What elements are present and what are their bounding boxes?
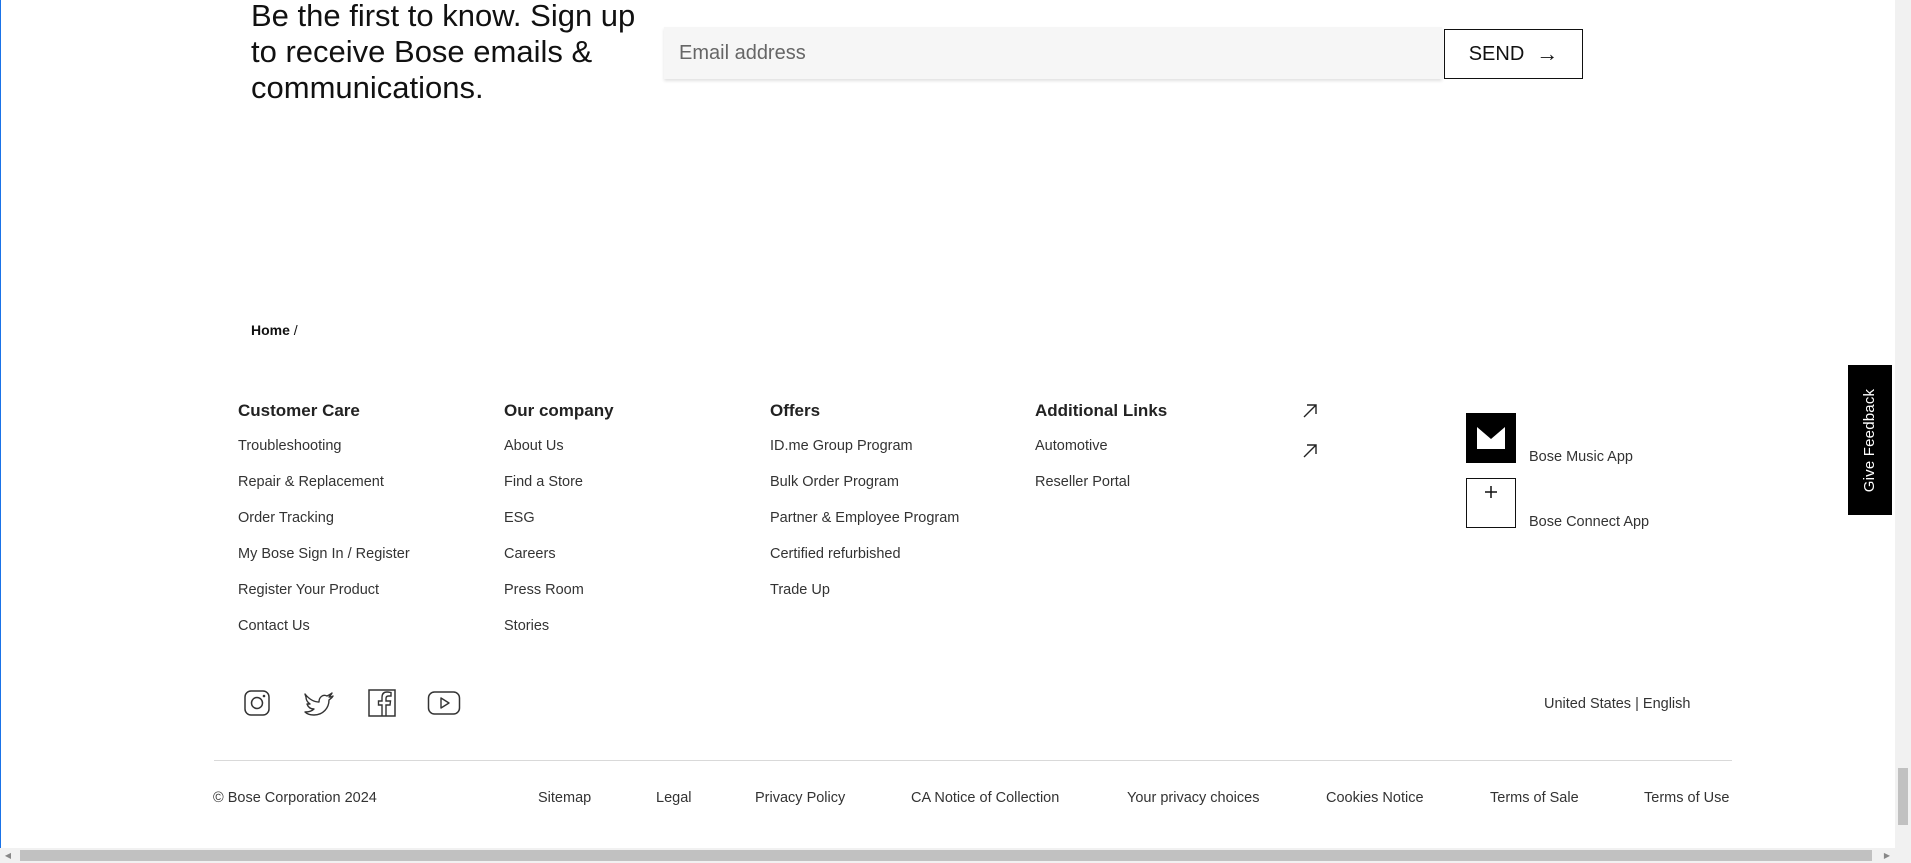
bose-music-app-icon <box>1466 413 1516 463</box>
footer-link-stories[interactable]: Stories <box>504 618 549 634</box>
youtube-icon[interactable] <box>427 686 461 720</box>
footer-link-order-tracking[interactable]: Order Tracking <box>238 510 334 526</box>
legal-link-privacy-choices[interactable]: Your privacy choices <box>1127 790 1259 806</box>
email-input[interactable] <box>664 27 1442 79</box>
breadcrumb-home[interactable]: Home <box>251 322 290 338</box>
window-edge <box>0 0 1 863</box>
footer-link-partner-employee[interactable]: Partner & Employee Program <box>770 510 959 526</box>
breadcrumb-separator: / <box>293 322 298 338</box>
scroll-right-icon[interactable]: ▶ <box>1879 848 1895 863</box>
instagram-icon[interactable] <box>240 686 274 720</box>
footer-column-customer-care: Customer Care Troubleshooting Repair & R… <box>238 400 410 652</box>
bose-connect-app-icon <box>1466 478 1516 528</box>
send-button[interactable]: SEND → <box>1444 29 1583 79</box>
footer-heading-offers: Offers <box>770 401 821 420</box>
external-link-icon[interactable] <box>1298 399 1322 423</box>
breadcrumb: Home / <box>251 322 298 338</box>
app-bose-music[interactable]: Bose Music App <box>1466 413 1633 465</box>
legal-link-terms-of-sale[interactable]: Terms of Sale <box>1490 790 1579 806</box>
legal-link-cookies-notice[interactable]: Cookies Notice <box>1326 790 1424 806</box>
vertical-scrollbar[interactable] <box>1895 0 1911 848</box>
footer-link-troubleshooting[interactable]: Troubleshooting <box>238 438 341 454</box>
locale-selector[interactable]: United States | English <box>1544 696 1690 712</box>
footer-link-certified-refurbished[interactable]: Certified refurbished <box>770 546 901 562</box>
send-button-label: SEND <box>1468 42 1525 65</box>
footer-link-find-store[interactable]: Find a Store <box>504 474 583 490</box>
signup-headline: Be the first to know. Sign up to receive… <box>251 0 636 105</box>
copyright: © Bose Corporation 2024 <box>213 790 377 806</box>
footer-column-offers: Offers ID.me Group Program Bulk Order Pr… <box>770 400 959 616</box>
locale-separator: | <box>1635 696 1639 712</box>
external-link-icon[interactable] <box>1298 439 1322 463</box>
footer-link-about-us[interactable]: About Us <box>504 438 564 454</box>
app-bose-connect[interactable]: Bose Connect App <box>1466 478 1649 530</box>
legal-link-privacy-policy[interactable]: Privacy Policy <box>755 790 845 806</box>
footer-link-reseller-portal[interactable]: Reseller Portal <box>1035 474 1130 490</box>
horizontal-scrollbar[interactable]: ◀ ▶ <box>0 848 1911 863</box>
legal-link-ca-notice[interactable]: CA Notice of Collection <box>911 790 1059 806</box>
give-feedback-button[interactable]: Give Feedback <box>1848 365 1892 515</box>
horizontal-scrollbar-thumb[interactable] <box>20 850 1872 861</box>
facebook-icon[interactable] <box>365 686 399 720</box>
arrow-right-icon: → <box>1536 41 1559 66</box>
footer-link-my-bose-sign-in[interactable]: My Bose Sign In / Register <box>238 546 410 562</box>
twitter-icon[interactable] <box>302 686 336 720</box>
footer-link-contact-us[interactable]: Contact Us <box>238 618 310 634</box>
locale-language[interactable]: English <box>1643 696 1691 712</box>
footer-link-register-product[interactable]: Register Your Product <box>238 582 379 598</box>
bose-connect-app-label[interactable]: Bose Connect App <box>1529 514 1649 530</box>
footer-link-automotive[interactable]: Automotive <box>1035 438 1108 454</box>
footer-column-our-company: Our company About Us Find a Store ESG Ca… <box>504 400 614 652</box>
vertical-scrollbar-thumb[interactable] <box>1898 768 1908 825</box>
scroll-left-icon[interactable]: ◀ <box>0 848 16 863</box>
footer-divider <box>214 760 1732 761</box>
legal-link-legal[interactable]: Legal <box>656 790 691 806</box>
footer-link-idme-program[interactable]: ID.me Group Program <box>770 438 913 454</box>
bose-music-app-label[interactable]: Bose Music App <box>1529 449 1633 465</box>
footer-heading-our-company: Our company <box>504 401 614 420</box>
footer-link-trade-up[interactable]: Trade Up <box>770 582 830 598</box>
footer-link-press-room[interactable]: Press Room <box>504 582 584 598</box>
legal-link-terms-of-use[interactable]: Terms of Use <box>1644 790 1729 806</box>
footer-column-additional-links: Additional Links Automotive Reseller Por… <box>1035 400 1167 508</box>
footer-heading-customer-care: Customer Care <box>238 401 360 420</box>
legal-link-sitemap[interactable]: Sitemap <box>538 790 591 806</box>
footer-link-repair-replacement[interactable]: Repair & Replacement <box>238 474 384 490</box>
footer-link-careers[interactable]: Careers <box>504 546 556 562</box>
footer-link-bulk-order[interactable]: Bulk Order Program <box>770 474 899 490</box>
give-feedback-label: Give Feedback <box>1861 388 1879 492</box>
footer-heading-additional-links: Additional Links <box>1035 401 1168 420</box>
footer-link-esg[interactable]: ESG <box>504 510 535 526</box>
locale-country[interactable]: United States <box>1544 696 1631 712</box>
